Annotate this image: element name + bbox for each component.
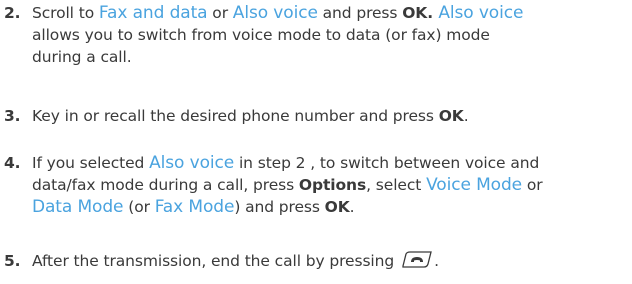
step-2-line-1: 2. Scroll to Fax and data or Also voice a…: [4, 2, 620, 24]
menu-option-fax-mode: Fax Mode: [154, 197, 235, 217]
key-ok: OK: [402, 4, 428, 22]
instruction-list: 2. Scroll to Fax and data or Also voice a…: [0, 0, 632, 284]
step-3-line-1: 3. Key in or recall the desired phone num…: [4, 105, 620, 127]
step-5: 5. After the transmission, end the call b…: [4, 250, 620, 272]
step-2: 2. Scroll to Fax and data or Also voice a…: [4, 2, 620, 68]
step-text: .: [434, 252, 439, 270]
step-3: 3. Key in or recall the desired phone num…: [4, 105, 620, 127]
step-text: If you selected: [32, 154, 150, 172]
step-text: in step 2 , to switch between voice and: [234, 154, 540, 172]
step-5-line-1: 5. After the transmission, end the call b…: [4, 250, 620, 272]
step-text: ) and press: [234, 198, 325, 216]
step-text: data/fax mode during a call, press: [32, 176, 299, 194]
step-text: and press: [317, 4, 403, 22]
menu-option-fax-and-data: Fax and data: [98, 3, 208, 23]
step-text: or: [207, 4, 233, 22]
step-text: .: [427, 4, 439, 22]
step-4-line-2: data/fax mode during a call, press Optio…: [4, 174, 620, 196]
step-4-line-3: Data Mode (or Fax Mode) and press OK.: [4, 196, 620, 218]
menu-option-also-voice: Also voice: [149, 153, 235, 173]
step-text: or: [522, 176, 543, 194]
step-4: 4. If you selected Also voice in step 2 ,…: [4, 152, 620, 218]
menu-option-also-voice: Also voice: [232, 3, 318, 23]
key-ok: OK: [438, 107, 464, 125]
step-text: .: [349, 198, 355, 216]
step-4-line-1: 4. If you selected Also voice in step 2 ,…: [4, 152, 620, 174]
key-options: Options: [298, 176, 367, 194]
step-2-line-2: allows you to switch from voice mode to …: [32, 26, 490, 44]
step-text: .: [463, 107, 469, 125]
step-number: 3.: [4, 107, 21, 125]
key-ok: OK: [324, 198, 350, 216]
step-text: After the transmission, end the call by …: [32, 252, 395, 270]
step-number: 2.: [4, 4, 21, 22]
menu-option-data-mode: Data Mode: [32, 197, 124, 217]
step-number: 4.: [4, 154, 21, 172]
step-number: 5.: [4, 252, 21, 270]
end-call-key-icon: [400, 251, 434, 275]
step-text: , select: [366, 176, 427, 194]
step-2-line-3: during a call.: [32, 48, 132, 66]
step-text: Scroll to: [32, 4, 99, 22]
step-text: (or: [123, 198, 155, 216]
step-text: Key in or recall the desired phone numbe…: [32, 107, 439, 125]
menu-option-voice-mode: Voice Mode: [426, 175, 523, 195]
menu-option-also-voice: Also voice: [438, 3, 524, 23]
